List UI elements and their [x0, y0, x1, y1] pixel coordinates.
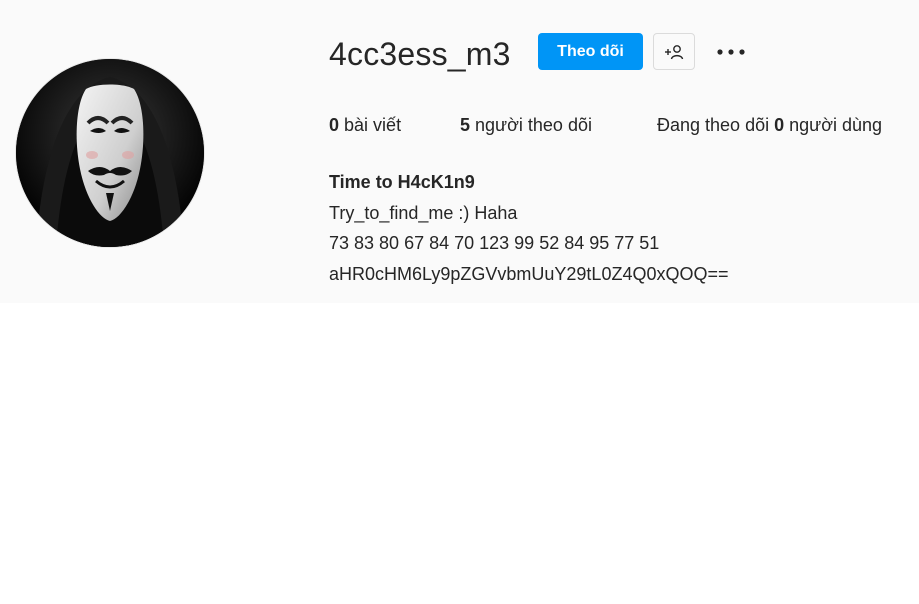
following-prefix: Đang theo dõi [657, 115, 770, 135]
bio-line: aHR0cHM6Ly9pZGVvbmUuY29tL0Z4Q0xQOQ== [329, 263, 729, 284]
anonymous-mask-image [16, 59, 204, 247]
add-person-icon [665, 44, 684, 59]
posts-stat: 0 bài viết [329, 113, 401, 137]
profile-header: 4cc3ess_m3 Theo dõi 0 bài viết 5 người t… [0, 0, 919, 303]
following-stat[interactable]: Đang theo dõi 0 người dùng [657, 113, 882, 137]
profile-bio: Time to H4cK1n9 Try_to_find_me :) Haha 7… [329, 167, 729, 289]
more-options-icon [717, 49, 745, 55]
following-suffix: người dùng [789, 115, 883, 135]
followers-count: 5 [460, 115, 471, 135]
following-count: 0 [774, 115, 785, 135]
followers-stat[interactable]: 5 người theo dõi [460, 113, 592, 137]
follow-button[interactable]: Theo dõi [538, 33, 643, 70]
followers-label: người theo dõi [475, 115, 592, 135]
profile-username: 4cc3ess_m3 [329, 36, 511, 72]
bio-line: Try_to_find_me :) Haha [329, 202, 518, 223]
more-options-button[interactable] [712, 38, 750, 66]
bio-full-name: Time to H4cK1n9 [329, 172, 475, 192]
posts-label: bài viết [344, 115, 402, 135]
posts-count: 0 [329, 115, 340, 135]
suggested-accounts-button[interactable] [653, 33, 695, 70]
bio-line: 73 83 80 67 84 70 123 99 52 84 95 77 51 [329, 233, 660, 253]
profile-avatar[interactable] [15, 58, 205, 248]
